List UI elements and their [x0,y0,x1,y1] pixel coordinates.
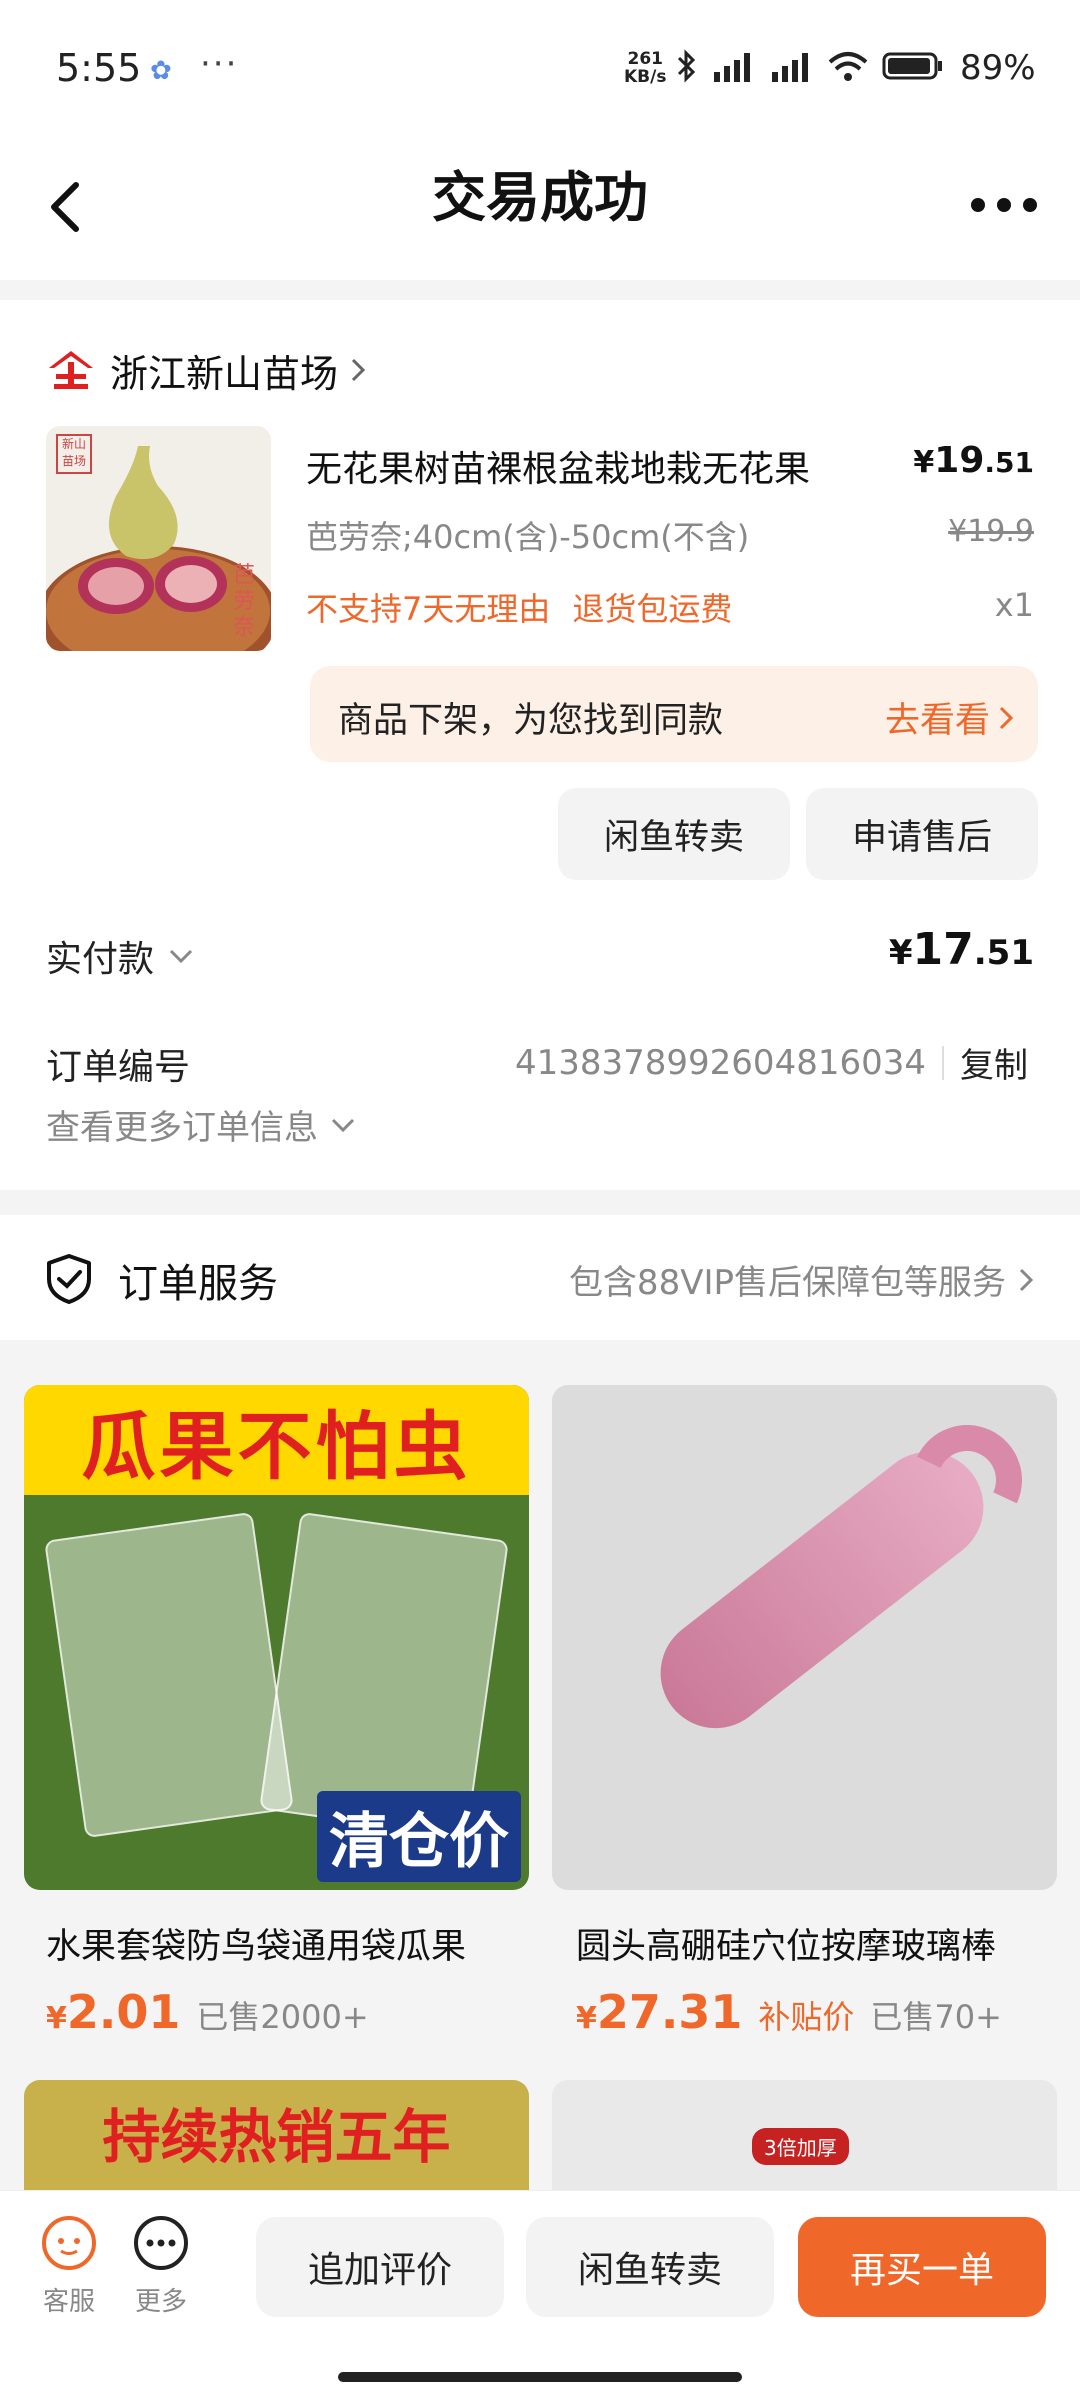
net-bag-left [44,1511,294,1839]
rec4-badge: 3倍加厚 [752,2128,849,2165]
order-number-row: 4138378992604816034 复制 [515,1038,1028,1087]
go-see-link[interactable]: 去看看 [885,692,1014,743]
status-time: 5:55 [56,46,142,90]
app-notification-icon: ✿ [150,56,172,86]
order-service-desc: 包含88VIP售后保障包等服务 [569,1255,1034,1304]
product-tags: 不支持7天无理由 退货包运费 [306,584,732,630]
similar-notice-text: 商品下架，为您找到同款 [338,701,724,741]
similar-item-notice[interactable]: 商品下架，为您找到同款 去看看 [310,666,1038,762]
recommendation-price-1: ¥ 2.01 已售2000+ [46,1985,369,2039]
product-price: ¥19.51 [913,440,1034,481]
chevron-right-icon [351,358,366,382]
product-quantity: x1 [994,586,1034,624]
recommendation-image-4[interactable]: 3倍加厚 [552,2080,1057,2190]
order-service-title: 订单服务 [118,1261,278,1307]
clearance-tag: 清仓价 [317,1791,521,1882]
recommendation-title-1[interactable]: 水果套袋防鸟袋通用袋瓜果 [46,1918,466,1969]
recommendation-image-2[interactable] [552,1385,1057,1890]
more-notifications-icon: ··· [200,44,239,84]
product-sku: 芭劳奈;40cm(含)-50cm(不含) [306,518,750,556]
order-service-row[interactable]: 订单服务 包含88VIP售后保障包等服务 [0,1215,1080,1340]
home-indicator[interactable] [338,2372,742,2382]
net-bag-right [259,1511,509,1839]
tag-free-return: 退货包运费 [572,590,733,628]
variety-caption: 芭劳奈 [233,563,256,640]
customer-service-icon [42,2216,96,2270]
chevron-right-icon [1019,1268,1034,1291]
copy-button[interactable]: 复制 [960,1038,1028,1087]
shop-logo-icon [49,351,93,389]
more-order-info[interactable]: 查看更多订单信息 [46,1100,356,1149]
order-number-label: 订单编号 [46,1047,191,1088]
status-bar: 5:55 ✿ ··· 261 KB/s 89% [0,0,1080,135]
resell-button[interactable]: 闲鱼转卖 [558,788,790,880]
rec3-banner: 持续热销五年 [102,2103,451,2171]
battery-percent: 89% [960,48,1036,88]
resell-bottom-button[interactable]: 闲鱼转卖 [526,2217,774,2317]
rec1-banner: 瓜果不怕虫 [24,1385,529,1495]
more-menu-icon[interactable] [964,175,1044,235]
bluetooth-icon [677,49,696,83]
add-review-button[interactable]: 追加评价 [256,2217,504,2317]
signal-icon [714,53,750,82]
paid-amount-label[interactable]: 实付款 [46,930,194,982]
network-speed: 261 KB/s [624,49,667,87]
bottom-action-bar: 客服 更多 追加评价 闲鱼转卖 再买一单 [0,2190,1080,2400]
recommendation-image-1[interactable]: 瓜果不怕虫 清仓价 [24,1385,529,1890]
divider [942,1045,944,1080]
chevron-down-icon [331,1118,355,1132]
recommendation-title-2[interactable]: 圆头高硼硅穴位按摩玻璃棒 [576,1918,996,1969]
recommendation-image-3[interactable]: 持续热销五年 [24,2080,529,2190]
shield-check-icon [47,1254,91,1304]
brand-stamp: 新山苗场 [56,434,92,474]
order-card: 浙江新山苗场 新山苗场 芭劳奈 无花果树苗裸根盆栽地栽无花果 ¥19.51 芭劳… [0,300,1080,1190]
recommendation-price-2: ¥ 27.31 补贴价 已售70+ [576,1985,1002,2039]
chevron-down-icon [169,949,193,964]
product-image[interactable]: 新山苗场 芭劳奈 [46,426,271,651]
wifi-icon [828,52,868,81]
battery-icon [882,52,942,80]
original-price: ¥19.9 [948,514,1034,549]
more-dots-icon [134,2216,188,2270]
tag-no-return: 不支持7天无理由 [306,590,551,628]
shop-name: 浙江新山苗场 [110,351,339,396]
shop-header[interactable]: 浙江新山苗场 [46,340,368,400]
more-button[interactable]: 更多 [126,2213,196,2318]
customer-service-button[interactable]: 客服 [34,2213,104,2318]
page-title: 交易成功 [432,166,648,229]
nav-bar: 交易成功 [0,135,1080,280]
chevron-right-icon [999,706,1014,729]
order-number: 4138378992604816034 [514,1042,926,1083]
buy-again-button[interactable]: 再买一单 [798,2217,1046,2317]
product-title[interactable]: 无花果树苗裸根盆栽地栽无花果 [306,440,810,492]
after-sales-button[interactable]: 申请售后 [806,788,1038,880]
signal-icon-2 [772,53,808,82]
system-icons [676,48,944,84]
paid-amount: ¥17.51 [888,924,1034,975]
